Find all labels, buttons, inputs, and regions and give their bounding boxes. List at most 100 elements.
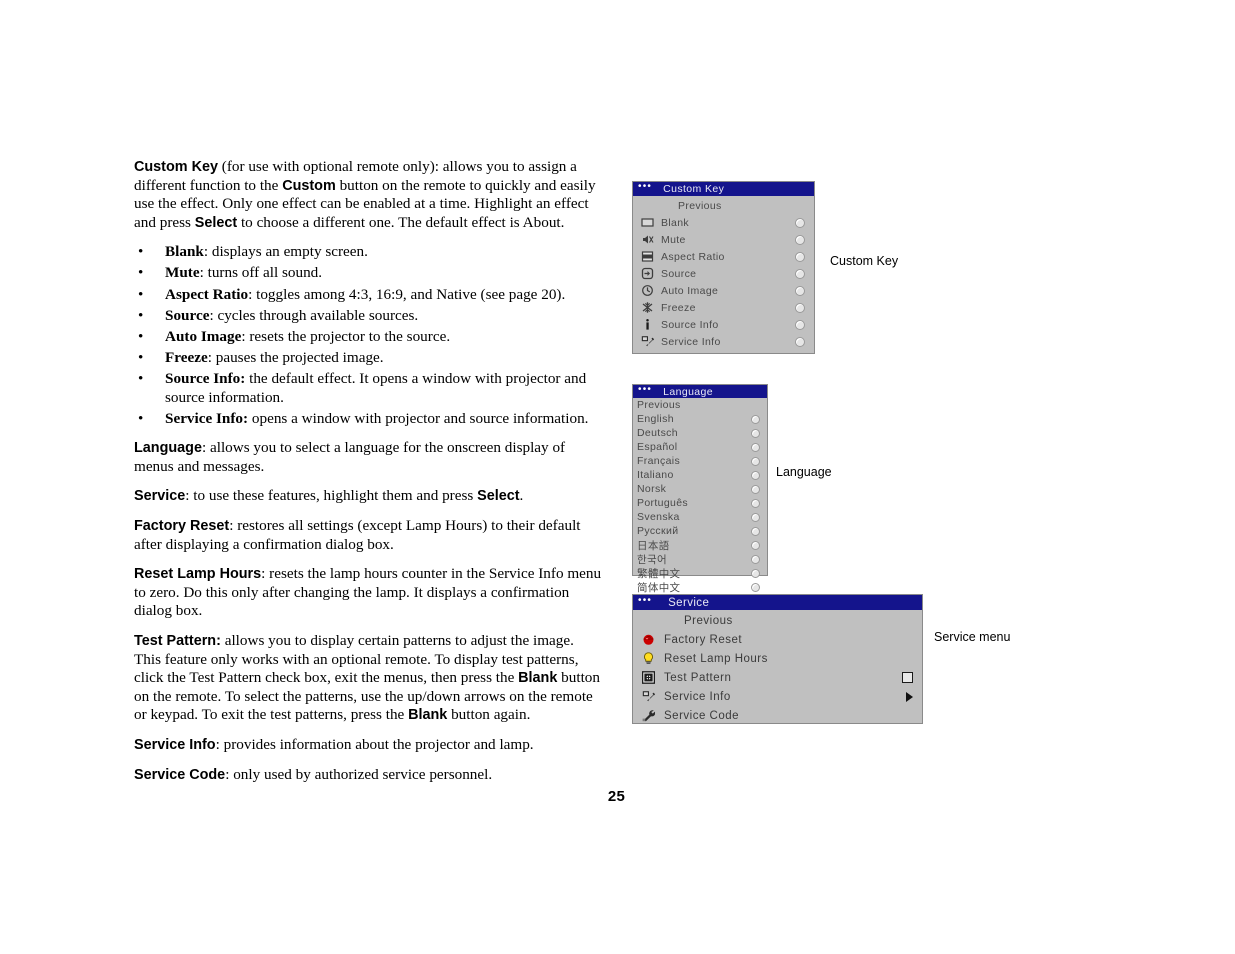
radio-button[interactable] [751,456,760,466]
osd-menu-item-freeze[interactable]: Freeze [633,299,814,316]
bold-term: Custom Key [134,159,218,175]
radio-button[interactable] [795,285,805,296]
osd-titlebar-service: ••• Service [633,595,922,610]
osd-menu-item-[interactable]: 한국어 [633,552,767,566]
radio-button[interactable] [795,251,805,262]
radio-button[interactable] [751,442,760,452]
osd-menu-custom-key[interactable]: ••• Custom Key Previous Blank Mute Aspect R… [632,181,815,354]
osd-menu-item-service-info[interactable]: Service Info [633,687,922,706]
osd-menu-item-source-info[interactable]: Source Info [633,316,814,333]
lamp-bulb-icon [640,652,657,666]
osd-menu-item-svenska[interactable]: Svenska [633,510,767,524]
osd-menu-item-italiano[interactable]: Italiano [633,468,767,482]
body-text-column: Custom Key (for use with optional remote… [134,158,604,795]
bullet-term: Source Info: [165,369,246,387]
osd-menu-item-label: Factory Reset [664,633,743,646]
body-paragraph: Factory Reset: restores all settings (ex… [134,517,604,554]
osd-menu-item-fran-ais[interactable]: Français [633,454,767,468]
blank-screen-icon [639,216,656,230]
bullet-dot-icon: • [138,285,144,303]
osd-menu-item-aspect-ratio[interactable]: Aspect Ratio [633,248,814,265]
radio-button[interactable] [751,428,760,438]
osd-menu-item-previous[interactable]: Previous [633,398,767,412]
freeze-snowflake-icon [639,301,656,315]
osd-menu-item-source[interactable]: Source [633,265,814,282]
osd-menu-item-label: English [637,413,674,425]
text-run: button again. [447,706,531,724]
bold-term: Blank [518,670,558,687]
osd-menu-item-previous[interactable]: Previous [633,611,922,630]
osd-menu-item-previous[interactable]: Previous [633,197,814,214]
osd-menu-item-factory-reset[interactable]: Factory Reset [633,630,922,649]
osd-menu-item-service-info[interactable]: Service Info [633,333,814,350]
osd-body-custom-key: Previous Blank Mute Aspect Ratio Source Auto … [633,196,814,354]
menu-dots-icon: ••• [638,594,653,606]
osd-menu-item-service-code[interactable]: Service Code [633,706,922,725]
osd-menu-item-label: 简体中文 [637,581,681,594]
osd-menu-service[interactable]: ••• Service Previous Factory Reset Reset L… [632,594,923,724]
osd-menu-item-espa-ol[interactable]: Español [633,440,767,454]
bold-term: Language [134,440,202,457]
text-run: . [519,487,524,505]
osd-menu-item-auto-image[interactable]: Auto Image [633,282,814,299]
intro-paragraph: Custom Key (for use with optional remote… [134,158,604,232]
radio-button[interactable] [751,526,760,536]
osd-menu-item-[interactable]: 繁體中文 [633,566,767,580]
osd-menu-item-label: Previous [637,399,681,411]
radio-button[interactable] [751,470,760,480]
osd-menu-item-label: Blank [661,216,690,229]
radio-button[interactable] [795,217,805,228]
osd-menu-item-label: Reset Lamp Hours [664,652,768,665]
radio-button[interactable] [751,512,760,522]
body-paragraph: Test Pattern: allows you to display cert… [134,632,604,725]
radio-button[interactable] [751,484,760,494]
osd-menu-item-reset-lamp-hours[interactable]: Reset Lamp Hours [633,649,922,668]
radio-button[interactable] [751,498,760,508]
radio-button[interactable] [751,554,760,564]
osd-menu-item-blank[interactable]: Blank [633,214,814,231]
osd-menu-item-label: 繁體中文 [637,567,681,580]
osd-menu-item-label: Freeze [661,301,696,314]
no-icon-spacer [640,614,657,628]
bullet-dot-icon: • [138,327,144,345]
radio-button[interactable] [795,336,805,347]
radio-button[interactable] [751,568,760,578]
osd-menu-item-label: Svenska [637,511,680,523]
osd-menu-language[interactable]: ••• Language Previous English Deutsch Españ… [632,384,768,594]
osd-body-service: Previous Factory Reset Reset Lamp Hours Tes… [633,610,922,729]
osd-menu-item-test-pattern[interactable]: Test Pattern [633,668,922,687]
radio-button[interactable] [795,234,805,245]
radio-button[interactable] [751,414,760,424]
osd-menu-item-mute[interactable]: Mute [633,231,814,248]
body-paragraph: Service Info: provides information about… [134,736,604,755]
osd-titlebar-language: ••• Language [633,384,767,398]
radio-button[interactable] [795,302,805,313]
callout-language: Language [776,465,832,479]
no-icon-spacer [639,199,656,213]
bullet-dot-icon: • [138,409,144,427]
osd-menu-item-label: Previous [678,199,722,212]
osd-menu-item-[interactable]: Русский [633,524,767,538]
osd-menu-item-english[interactable]: English [633,412,767,426]
osd-menu-item-portugu-s[interactable]: Português [633,496,767,510]
bullet-description: : resets the projector to the source. [241,327,451,345]
osd-menu-item-deutsch[interactable]: Deutsch [633,426,767,440]
list-item: • Freeze: pauses the projected image. [134,349,604,368]
osd-menu-item-norsk[interactable]: Norsk [633,482,767,496]
osd-menu-item-[interactable]: 简体中文 [633,580,767,594]
list-item: • Source Info: the default effect. It ope… [134,370,604,407]
radio-button[interactable] [751,582,760,592]
info-i-icon [639,318,656,332]
osd-menu-item-label: Source Info [661,318,719,331]
osd-title-label: Custom Key [663,183,725,195]
source-arrow-icon [639,267,656,281]
submenu-arrow-icon[interactable] [906,691,913,702]
radio-button[interactable] [795,319,805,330]
radio-button[interactable] [751,540,760,550]
osd-menu-item-label: Español [637,441,678,453]
radio-button[interactable] [795,268,805,279]
checkbox[interactable] [902,672,913,683]
bullet-dot-icon: • [138,369,144,387]
list-item: • Service Info: opens a window with proje… [134,410,604,429]
osd-menu-item-[interactable]: 日本語 [633,538,767,552]
